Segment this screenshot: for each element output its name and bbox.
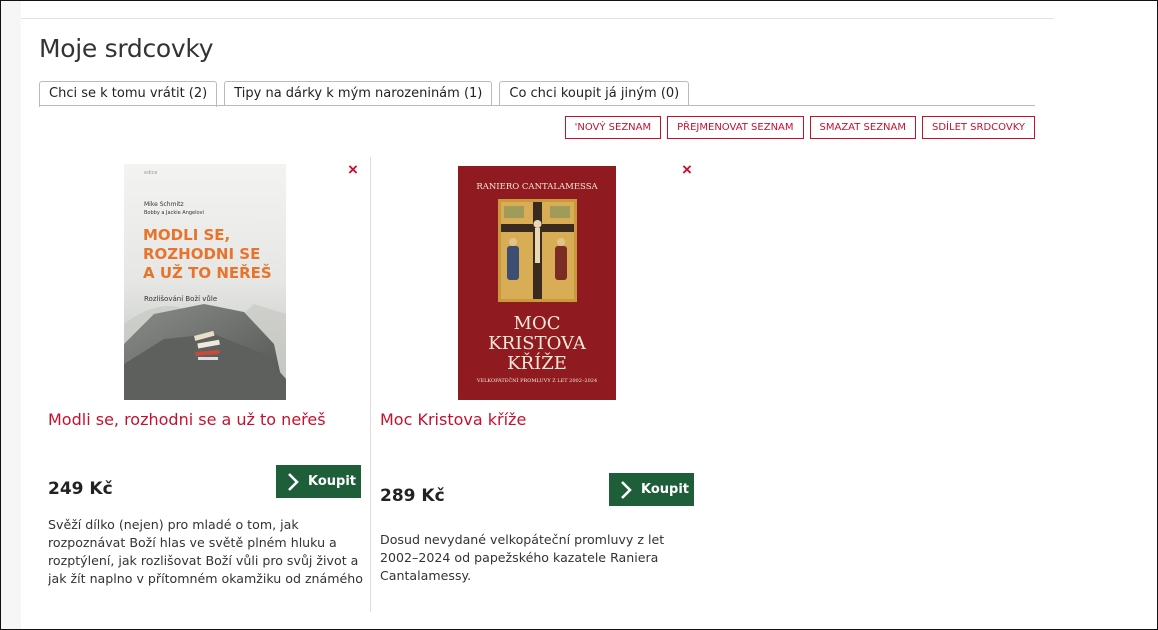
product-title-link[interactable]: Moc Kristova kříže <box>380 410 526 429</box>
product-description: Svěží dílko (nejen) pro mladé o tom, jak… <box>48 517 363 586</box>
buy-button[interactable]: Koupit <box>276 465 361 498</box>
list-actions: 'NOVÝ SEZNAM PŘEJMENOVAT SEZNAM SMAZAT S… <box>564 116 1035 139</box>
share-favorites-button[interactable]: SDÍLET SRDCOVKY <box>922 116 1035 139</box>
product-card: edice Mike Schmitz Bobby a Jackie Angelo… <box>38 157 371 612</box>
product-description: Dosud nevydané velkopáteční promluvy z l… <box>380 532 665 583</box>
tab-co-chci-koupit[interactable]: Co chci koupit já jiným (0) <box>499 81 690 106</box>
tabs-underline <box>39 105 1035 106</box>
remove-from-list-icon[interactable]: × <box>680 161 694 178</box>
book-cover-moc-kristova-krize: RANIERO CANTALAMESSA MOC KRISTOVA KŘÍŽE … <box>458 166 616 400</box>
svg-text:A UŽ TO NEŘEŠ: A UŽ TO NEŘEŠ <box>143 263 272 282</box>
svg-text:VELKOPÁTEČNÍ PROMLUVY Z LET 20: VELKOPÁTEČNÍ PROMLUVY Z LET 2002–2024 <box>476 376 597 384</box>
product-card: RANIERO CANTALAMESSA MOC KRISTOVA KŘÍŽE … <box>371 157 704 612</box>
svg-text:ROZHODNI SE: ROZHODNI SE <box>143 245 260 263</box>
top-divider <box>21 18 1054 19</box>
tab-chci-se-k-tomu-vratit[interactable]: Chci se k tomu vrátit (2) <box>39 81 218 107</box>
delete-list-button[interactable]: SMAZAT SEZNAM <box>809 116 916 139</box>
svg-text:MOC: MOC <box>514 313 561 334</box>
buy-button[interactable]: Koupit <box>609 473 694 506</box>
chevron-right-icon <box>288 472 299 491</box>
svg-text:KRISTOVA: KRISTOVA <box>488 333 587 354</box>
product-cover-image[interactable]: edice Mike Schmitz Bobby a Jackie Angelo… <box>124 164 286 400</box>
product-cover-image[interactable]: RANIERO CANTALAMESSA MOC KRISTOVA KŘÍŽE … <box>458 166 616 400</box>
buy-button-label: Koupit <box>308 474 357 489</box>
new-list-button[interactable]: 'NOVÝ SEZNAM <box>564 116 662 139</box>
rename-list-button[interactable]: PŘEJMENOVAT SEZNAM <box>667 116 804 139</box>
svg-text:edice: edice <box>144 170 157 176</box>
product-price: 249 Kč <box>48 479 113 499</box>
svg-text:RANIERO CANTALAMESSA: RANIERO CANTALAMESSA <box>476 182 598 192</box>
chevron-right-icon <box>621 480 632 499</box>
svg-text:Bobby a Jackie Angelovi: Bobby a Jackie Angelovi <box>144 210 204 216</box>
svg-text:MODLI SE,: MODLI SE, <box>143 226 230 244</box>
buy-button-label: Koupit <box>641 482 690 497</box>
product-title-link[interactable]: Modli se, rozhodni se a už to neřeš <box>48 410 326 429</box>
remove-from-list-icon[interactable]: × <box>346 161 360 178</box>
book-cover-modli-se: edice Mike Schmitz Bobby a Jackie Angelo… <box>124 164 286 400</box>
svg-text:Rozlišování Boží vůle: Rozlišování Boží vůle <box>144 295 217 303</box>
svg-text:Mike Schmitz: Mike Schmitz <box>144 201 184 208</box>
tab-tipy-na-darky[interactable]: Tipy na dárky k mým narozeninám (1) <box>224 81 493 106</box>
left-gutter <box>1 1 21 629</box>
svg-text:KŘÍŽE: KŘÍŽE <box>507 351 567 374</box>
page-title: Moje srdcovky <box>39 34 214 63</box>
product-price: 289 Kč <box>380 486 445 506</box>
list-tabs: Chci se k tomu vrátit (2) Tipy na dárky … <box>39 81 690 107</box>
